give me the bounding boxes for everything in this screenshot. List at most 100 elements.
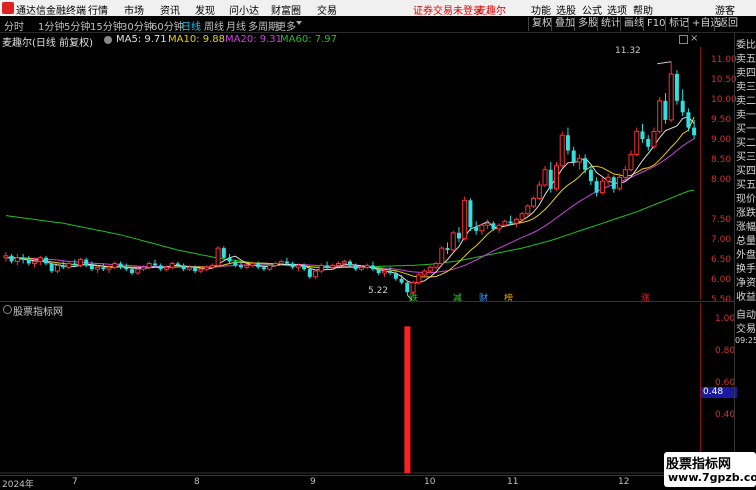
candle-body [325, 265, 330, 268]
tab-1min[interactable]: 1分钟 [38, 18, 64, 33]
candle-body [646, 139, 651, 147]
tab-5min[interactable]: 5分钟 [64, 18, 90, 33]
candle-body [3, 255, 9, 259]
candle-body [474, 227, 479, 231]
candle-body [674, 74, 679, 101]
menu-youke[interactable]: 游客 [715, 2, 735, 17]
high-pointer [657, 61, 672, 65]
side-item[interactable]: 卖五 [736, 50, 756, 65]
candle-body [462, 199, 468, 240]
menu-faxian[interactable]: 发现 [195, 2, 215, 17]
candle-body [491, 223, 496, 229]
candle-body [95, 266, 101, 270]
candle-body [502, 220, 508, 226]
candle-body [141, 266, 146, 270]
maximize-icon[interactable] [679, 35, 688, 44]
candle-body [376, 269, 381, 273]
menu-hangqing[interactable]: 行情 [88, 2, 108, 17]
side-item[interactable]: 收益 [736, 288, 756, 303]
candle-body [634, 130, 640, 155]
candle-body [611, 177, 616, 189]
side-item[interactable]: 买四 [736, 162, 756, 177]
candle-body [89, 265, 94, 270]
candle-body [106, 266, 112, 270]
side-item[interactable]: 涨幅 [736, 218, 756, 233]
side-item[interactable]: 买五 [736, 176, 756, 191]
candle-body [186, 266, 192, 270]
settings-icon[interactable] [104, 36, 112, 44]
y-tick: 0.80 [715, 346, 736, 356]
menu-jiaoyi[interactable]: 交易 [317, 2, 337, 17]
chevron-down-icon[interactable] [296, 21, 302, 25]
tab-more[interactable]: 更多 [276, 18, 296, 33]
candle-body [439, 247, 445, 264]
login-warning[interactable]: 证券交易未登录 [413, 2, 483, 17]
side-item[interactable]: 卖三 [736, 78, 756, 93]
tab-weekly[interactable]: 周线 [204, 18, 224, 33]
x-tick: 2024年 [2, 480, 34, 490]
candle-body [588, 169, 593, 182]
side-item[interactable]: 卖一 [736, 106, 756, 121]
candle-body [72, 263, 77, 266]
side-item[interactable]: 买三 [736, 148, 756, 163]
menu-gongshi[interactable]: 公式 [582, 2, 602, 17]
side-item[interactable]: 涨跌 [736, 204, 756, 219]
candle-body [318, 264, 324, 272]
menu-zixun[interactable]: 资讯 [160, 2, 180, 17]
auto-trade-label[interactable]: 自动 [736, 306, 756, 321]
candle-body [531, 197, 536, 207]
side-item[interactable]: 委比 [736, 36, 756, 51]
tab-30min[interactable]: 30分钟 [121, 18, 154, 33]
candle-body [26, 259, 31, 264]
candle-body [209, 264, 215, 268]
candlestick-chart[interactable] [0, 47, 700, 300]
menu-gongneng[interactable]: 功能 [531, 2, 551, 17]
menu-wenxiaoda[interactable]: 问小达 [229, 2, 259, 17]
side-item[interactable]: 买二 [736, 134, 756, 149]
indicator-chart[interactable] [0, 315, 700, 475]
menu-xuangu[interactable]: 选股 [556, 2, 576, 17]
side-item[interactable]: 总量 [736, 232, 756, 247]
candle-body [445, 248, 450, 250]
tab-fenshi[interactable]: 分时 [4, 18, 24, 33]
close-icon[interactable]: × [690, 33, 698, 44]
candle-body [657, 100, 663, 132]
tab-multi-period[interactable]: 多周期 [248, 18, 278, 33]
candle-body [605, 176, 611, 182]
menu-shichang[interactable]: 市场 [124, 2, 144, 17]
candle-body [164, 266, 169, 270]
candle-body [399, 278, 404, 283]
side-item[interactable]: 换手 [736, 260, 756, 275]
candle-body [330, 264, 336, 268]
side-item[interactable]: 卖二 [736, 92, 756, 107]
menu-xuanxiang[interactable]: 选项 [607, 2, 627, 17]
candle-body [198, 268, 204, 272]
tab-15min[interactable]: 15分钟 [90, 18, 123, 33]
ma10-label: MA10: 9.88 [168, 34, 226, 45]
menu-bar: 通达信金融终端 行情 市场 资讯 发现 问小达 财富圈 交易 证券交易未登录 麦… [0, 0, 756, 17]
side-item[interactable]: 净资 [736, 274, 756, 289]
tab-daily[interactable]: 日线 [181, 18, 201, 33]
ma-info-line: 麦趣尔(日线 前复权) MA5: 9.71 MA10: 9.88 MA20: 9… [0, 33, 700, 49]
side-item[interactable]: 外盘 [736, 246, 756, 261]
tab-60min[interactable]: 60分钟 [151, 18, 184, 33]
candle-body [181, 265, 186, 270]
side-item[interactable]: 现价 [736, 190, 756, 205]
side-item[interactable]: 买一 [736, 120, 756, 135]
candle-body [433, 263, 439, 268]
candle-body [262, 267, 266, 270]
app-title: 通达信金融终端 [16, 6, 86, 17]
ma60-label: MA60: 7.97 [280, 34, 338, 45]
back-button[interactable]: 返回 [714, 17, 741, 31]
date-axis: 2024年 7 8 9 10 11 12 [0, 475, 700, 490]
candle-body [295, 264, 301, 268]
side-item[interactable]: 卖四 [736, 64, 756, 79]
y-tick: 9.50 [711, 115, 732, 125]
indicator-settings-icon[interactable] [3, 305, 12, 314]
watermark-url: www.7gpzb.com [668, 471, 756, 484]
candle-body [617, 176, 623, 190]
trade-label[interactable]: 交易 [736, 320, 756, 335]
tab-monthly[interactable]: 月线 [226, 18, 246, 33]
menu-bangzhu[interactable]: 帮助 [633, 2, 653, 17]
menu-caifuquan[interactable]: 财富圈 [271, 2, 301, 17]
